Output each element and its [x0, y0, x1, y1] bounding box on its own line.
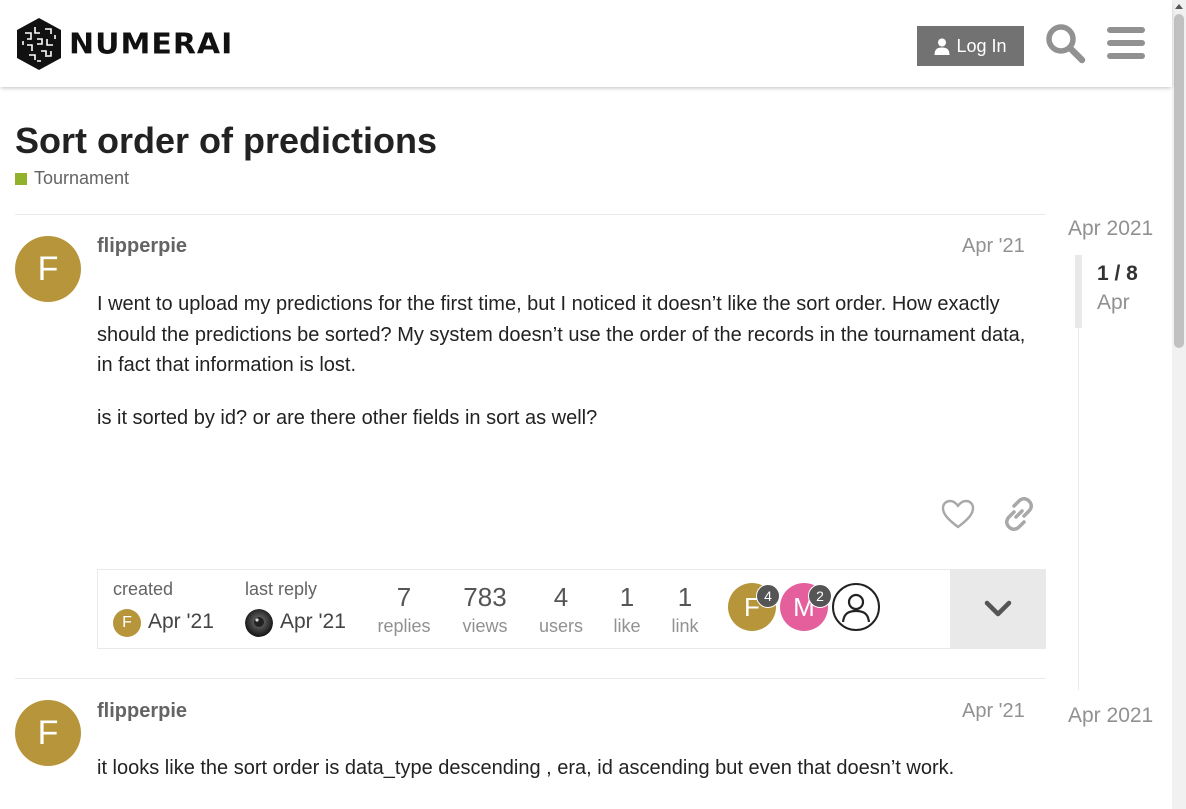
default-user-icon — [841, 593, 871, 623]
post-divider — [15, 678, 1046, 679]
post-divider — [15, 214, 1046, 215]
links-count: 1 — [677, 582, 693, 612]
share-link-button[interactable] — [999, 494, 1039, 534]
views-count: 783 — [463, 582, 507, 612]
avatar-letter: F — [37, 249, 59, 288]
created-date[interactable]: Apr '21 — [148, 610, 214, 634]
post-paragraph: it looks like the sort order is data_typ… — [97, 757, 955, 779]
topic-title[interactable]: Sort order of predictions — [15, 120, 437, 162]
scroll-thumb[interactable] — [1174, 14, 1184, 348]
hamburger-icon — [1107, 27, 1145, 59]
participant-avatar[interactable] — [832, 583, 880, 631]
expand-topic-map-button[interactable] — [950, 570, 1046, 648]
timeline-scroll-handle[interactable] — [1075, 255, 1082, 328]
search-button[interactable] — [1044, 22, 1086, 64]
scroll-up-arrow-icon[interactable] — [1175, 4, 1183, 9]
timeline-current-month: Apr — [1097, 291, 1130, 314]
user-icon — [934, 38, 950, 55]
logo-text: NUMERAI — [69, 27, 234, 61]
post-body: I went to upload my predictions for the … — [97, 289, 1032, 455]
timeline-progress: 1 / 8 — [1097, 262, 1138, 285]
replies-label: replies — [377, 616, 431, 636]
created-label: created — [113, 579, 174, 599]
last-reply-label: last reply — [245, 579, 318, 599]
timeline-start-date[interactable]: Apr 2021 — [1068, 217, 1153, 241]
last-reply-date[interactable]: Apr '21 — [280, 610, 346, 634]
chevron-down-icon — [984, 600, 1012, 617]
login-label: Log In — [956, 35, 1007, 56]
search-icon — [1046, 24, 1086, 64]
post-date[interactable]: Apr '21 — [962, 700, 1025, 723]
post-avatar[interactable]: F — [15, 236, 81, 302]
category-color-swatch — [15, 172, 27, 185]
page-scrollbar[interactable] — [1172, 0, 1186, 809]
site-logo[interactable]: NUMERAI — [15, 17, 233, 71]
participant-post-count: 2 — [808, 584, 832, 608]
login-button[interactable]: Log In — [917, 26, 1024, 66]
replies-count: 7 — [396, 582, 412, 612]
last-reply-avatar[interactable] — [245, 609, 273, 637]
heart-icon — [941, 499, 975, 529]
timeline-end-date[interactable]: Apr 2021 — [1068, 704, 1153, 728]
menu-button[interactable] — [1106, 24, 1146, 62]
category-badge[interactable]: Tournament — [15, 168, 129, 189]
views-label: views — [462, 616, 508, 636]
links-label: link — [671, 616, 699, 636]
avatar-letter: F — [37, 713, 59, 752]
post-paragraph: is it sorted by id? or are there other f… — [97, 406, 598, 429]
post-date[interactable]: Apr '21 — [962, 235, 1025, 258]
post-paragraph: I went to upload my predictions for the … — [97, 293, 1026, 376]
topic-map: created F Apr '21 last reply Apr '21 7 r… — [97, 569, 1046, 649]
link-icon — [1005, 497, 1033, 531]
category-name: Tournament — [34, 168, 130, 188]
participant-post-count: 4 — [756, 584, 780, 608]
numerai-logo-icon — [17, 18, 61, 70]
site-header: NUMERAI Log In — [0, 0, 1172, 87]
like-button[interactable] — [938, 494, 978, 534]
camera-lens-avatar-icon — [245, 609, 273, 637]
creator-avatar[interactable]: F — [113, 609, 141, 637]
post-body: it looks like the sort order is data_typ… — [97, 753, 1057, 806]
post-username[interactable]: flipperpie — [97, 235, 187, 258]
post-username[interactable]: flipperpie — [97, 700, 187, 723]
post-avatar[interactable]: F — [15, 700, 81, 766]
